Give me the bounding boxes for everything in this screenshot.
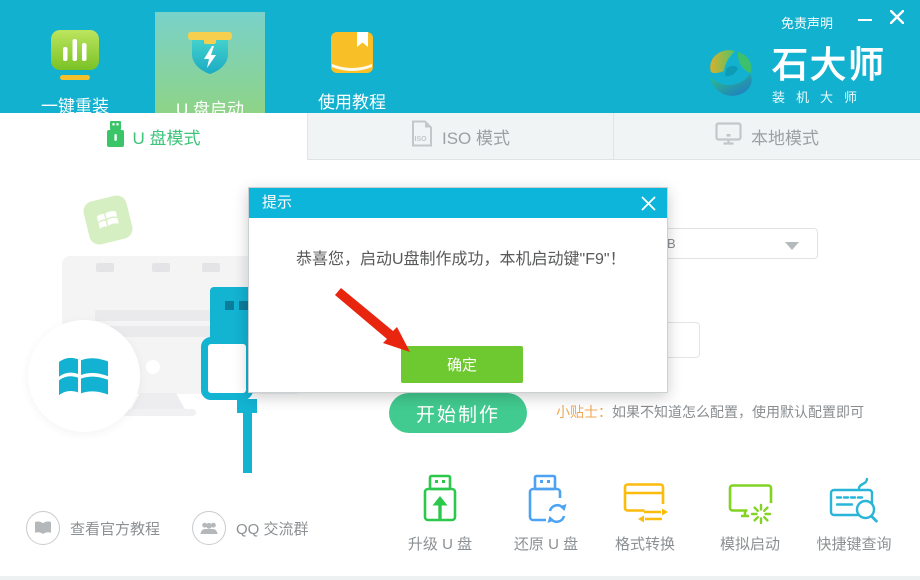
brand-logo-icon — [704, 46, 756, 105]
tip-line: 小贴士：如果不知道怎么配置，使用默认配置即可 — [556, 402, 864, 422]
nav-item-tutorial[interactable]: 使用教程 — [297, 30, 407, 113]
brand-text: 石大师 装机大师 — [772, 46, 886, 106]
close-icon — [890, 10, 904, 29]
usb-stick-icon — [107, 121, 124, 152]
header: 一键重装 U 盘启动 — [0, 0, 920, 113]
iso-file-icon: ISO — [411, 120, 433, 152]
tab-local-mode[interactable]: 本地模式 — [613, 113, 920, 160]
tool-upgrade-usb[interactable]: 升级 U 盘 — [388, 468, 492, 554]
nav-item-one-key-reinstall[interactable]: 一键重装 — [20, 30, 130, 117]
mode-tabbar: U 盘模式 ISO ISO 模式 本地模式 — [0, 113, 920, 160]
app-window: 一键重装 U 盘启动 — [0, 0, 920, 580]
brand-name: 石大师 — [772, 46, 886, 84]
minimize-icon — [858, 19, 872, 22]
nav-item-usb-boot[interactable]: U 盘启动 — [155, 12, 265, 113]
tool-label: 升级 U 盘 — [408, 533, 472, 554]
link-label: QQ 交流群 — [236, 518, 309, 539]
windows-flag-icon — [57, 352, 111, 400]
success-dialog: 提示 恭喜您，启动U盘制作成功，本机启动键"F9"！ 确定 — [248, 187, 668, 393]
window-bottom-edge — [0, 576, 920, 580]
tool-hotkey-search[interactable]: 快捷键查询 — [802, 468, 906, 554]
usb-plug-body — [201, 337, 253, 400]
tool-restore-usb[interactable]: 还原 U 盘 — [494, 468, 598, 554]
format-convert-icon — [621, 468, 669, 524]
tool-label: 格式转换 — [615, 533, 675, 554]
link-qq-group[interactable]: QQ 交流群 — [192, 511, 309, 545]
book-icon — [329, 30, 375, 81]
tab-label: ISO 模式 — [442, 124, 510, 149]
usb-upgrade-icon — [418, 468, 462, 524]
monitor-tab-shape — [96, 263, 114, 272]
monitor-dot-shape — [146, 360, 160, 374]
usb-contact-shape — [225, 301, 234, 310]
shield-bolt-icon — [184, 32, 236, 85]
usb-restore-icon — [523, 468, 569, 524]
link-official-tutorial[interactable]: 查看官方教程 — [26, 511, 160, 545]
brand-subtitle: 装机大师 — [772, 87, 886, 106]
tool-label: 还原 U 盘 — [514, 533, 578, 554]
tool-simulate-boot[interactable]: 模拟启动 — [698, 468, 802, 554]
monitor-icon — [715, 122, 742, 151]
tip-text: 如果不知道怎么配置，使用默认配置即可 — [612, 404, 864, 420]
tool-format-convert[interactable]: 格式转换 — [593, 468, 697, 554]
caret-down-icon — [785, 242, 799, 250]
hotkey-search-icon — [829, 468, 879, 524]
monitor-tab-shape — [202, 263, 220, 272]
close-icon — [641, 196, 656, 211]
iso-badge-text: ISO — [414, 136, 427, 143]
start-make-button[interactable]: 开始制作 — [389, 393, 527, 433]
dialog-titlebar: 提示 — [249, 188, 667, 218]
tab-label: 本地模式 — [751, 124, 819, 149]
link-label: 查看官方教程 — [70, 518, 160, 539]
device-select-value: B — [667, 236, 676, 251]
confirm-button[interactable]: 确定 — [401, 346, 523, 383]
tab-usb-mode[interactable]: U 盘模式 — [0, 113, 307, 160]
simulate-boot-icon — [727, 468, 774, 524]
monitor-stand-base — [120, 409, 196, 416]
usb-contact-shape — [239, 301, 248, 310]
windows-flag-icon — [95, 208, 121, 233]
tool-label: 模拟启动 — [720, 533, 780, 554]
dialog-message: 恭喜您，启动U盘制作成功，本机启动键"F9"！ — [296, 245, 626, 269]
dialog-title: 提示 — [262, 188, 292, 218]
tab-iso-mode[interactable]: ISO ISO 模式 — [307, 113, 613, 160]
tab-label: U 盘模式 — [133, 124, 201, 149]
usb-plug-neck — [237, 399, 257, 413]
minimize-button[interactable] — [852, 10, 878, 30]
brand: 石大师 装机大师 — [704, 46, 886, 106]
nav-item-label: 使用教程 — [318, 88, 386, 113]
monitor-tab-shape — [152, 263, 170, 272]
open-book-icon — [26, 511, 60, 545]
people-group-icon — [192, 511, 226, 545]
windows-logo-circle — [28, 320, 140, 432]
windows-tile-illustration — [81, 193, 134, 246]
tip-prefix: 小贴士： — [556, 404, 612, 420]
dialog-close-button[interactable] — [636, 192, 660, 214]
usb-plug-cable — [243, 412, 252, 473]
disclaimer-link[interactable]: 免责声明 — [781, 13, 833, 32]
bar-chart-icon — [51, 30, 99, 85]
tool-label: 快捷键查询 — [816, 533, 891, 554]
close-button[interactable] — [884, 8, 910, 30]
